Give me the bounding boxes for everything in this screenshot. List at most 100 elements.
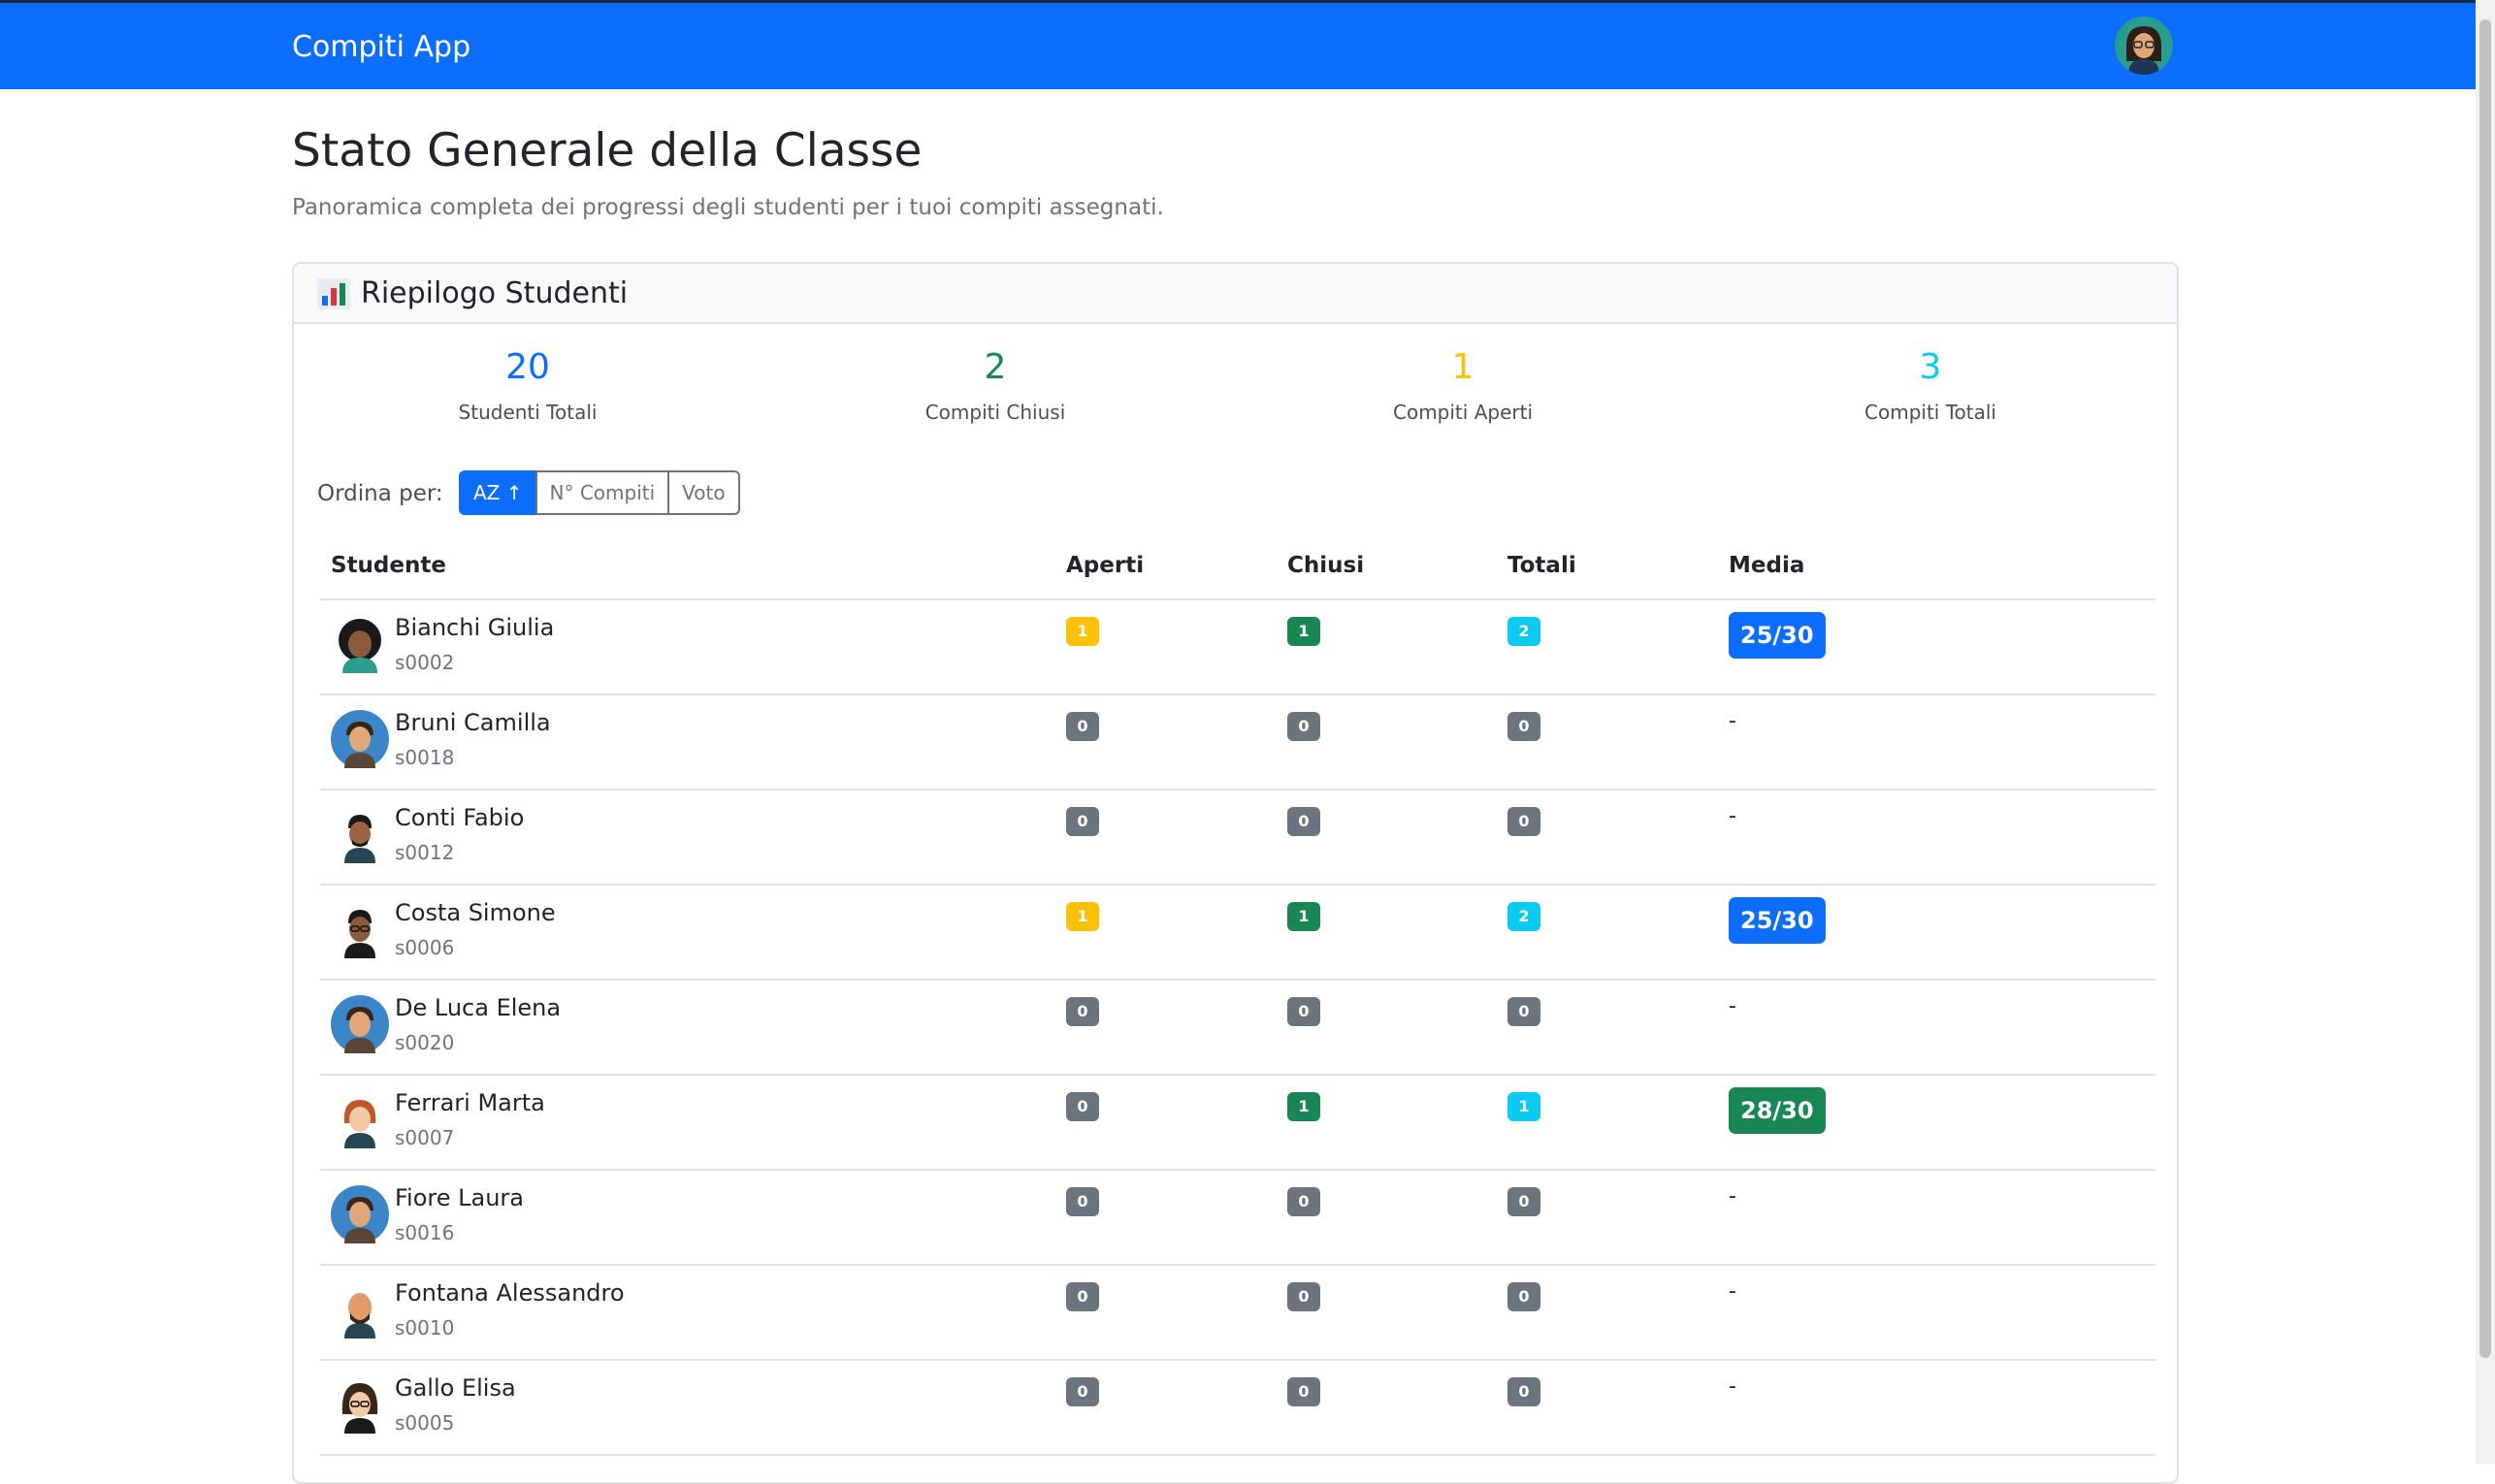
scrollbar-thumb[interactable] <box>2479 19 2491 1358</box>
total-count-badge: 0 <box>1507 1377 1540 1406</box>
table-row[interactable]: Bruni Camilla s0018 0 0 0 - <box>320 695 2155 790</box>
stat-label: Studenti Totali <box>458 401 598 424</box>
average-empty: - <box>1729 1374 1736 1399</box>
student-avatar-icon <box>331 1280 389 1339</box>
closed-count-badge: 1 <box>1287 902 1320 931</box>
table-row[interactable]: Fontana Alessandro s0010 0 0 0 - <box>320 1266 2155 1361</box>
average-empty: - <box>1729 804 1736 828</box>
students-table: Studente Aperti Chiusi Totali Media Bian… <box>320 540 2155 1456</box>
stat-value: 3 <box>1919 347 1942 387</box>
student-avatar-icon <box>331 900 389 958</box>
sort-button-group: AZ ↑ N° Compiti Voto <box>459 470 740 515</box>
table-row[interactable]: Fiore Laura s0016 0 0 0 - <box>320 1171 2155 1266</box>
stat-total-assignments: 3 Compiti Totali <box>1697 341 2164 427</box>
closed-count-badge: 0 <box>1287 997 1320 1026</box>
students-summary-card: Riepilogo Studenti 20 Studenti Totali 2 … <box>292 262 2179 1484</box>
stat-value: 2 <box>984 347 1007 387</box>
student-name: Fiore Laura <box>395 1184 525 1211</box>
table-header: Studente Aperti Chiusi Totali Media <box>320 540 2155 600</box>
stat-closed-assignments: 2 Compiti Chiusi <box>761 341 1229 427</box>
user-avatar-icon[interactable] <box>2115 16 2173 75</box>
student-avatar-icon <box>331 1375 389 1434</box>
average-empty: - <box>1729 709 1736 733</box>
card-header: Riepilogo Studenti <box>294 264 2177 324</box>
student-code: s0005 <box>395 1411 455 1435</box>
student-code: s0018 <box>395 746 455 769</box>
closed-count-badge: 1 <box>1287 1092 1320 1121</box>
total-count-badge: 1 <box>1507 1092 1540 1121</box>
open-count-badge: 1 <box>1066 902 1099 931</box>
student-avatar-icon <box>331 615 389 673</box>
open-count-badge: 0 <box>1066 807 1099 836</box>
closed-count-badge: 0 <box>1287 1377 1320 1406</box>
closed-count-badge: 0 <box>1287 807 1320 836</box>
stat-label: Compiti Aperti <box>1393 401 1533 424</box>
stat-label: Compiti Chiusi <box>924 401 1066 424</box>
page-title: Stato Generale della Classe <box>292 124 923 177</box>
student-avatar-icon <box>331 1185 389 1243</box>
student-code: s0016 <box>395 1221 455 1244</box>
student-name: Bianchi Giulia <box>395 614 555 641</box>
table-row[interactable]: Gallo Elisa s0005 0 0 0 - <box>320 1361 2155 1456</box>
student-code: s0007 <box>395 1126 455 1149</box>
stat-value: 20 <box>505 347 550 387</box>
card-title: Riepilogo Studenti <box>361 276 629 310</box>
sort-count-button[interactable]: N° Compiti <box>535 470 670 515</box>
sort-grade-button[interactable]: Voto <box>667 470 740 515</box>
column-header-open: Aperti <box>1066 553 1145 578</box>
column-header-average: Media <box>1729 553 1805 578</box>
total-count-badge: 2 <box>1507 902 1540 931</box>
student-avatar-icon <box>331 995 389 1053</box>
closed-count-badge: 0 <box>1287 1187 1320 1216</box>
average-empty: - <box>1729 1279 1736 1304</box>
total-count-badge: 2 <box>1507 617 1540 646</box>
open-count-badge: 0 <box>1066 1092 1099 1121</box>
sort-label: Ordina per: <box>317 481 443 506</box>
student-avatar-icon <box>331 710 389 768</box>
total-count-badge: 0 <box>1507 997 1540 1026</box>
closed-count-badge: 0 <box>1287 712 1320 741</box>
closed-count-badge: 1 <box>1287 617 1320 646</box>
app-brand[interactable]: Compiti App <box>292 30 470 65</box>
stat-label: Compiti Totali <box>1864 401 1996 424</box>
student-code: s0012 <box>395 841 455 864</box>
column-header-student: Studente <box>331 553 446 578</box>
student-avatar-icon <box>331 805 389 863</box>
table-row[interactable]: De Luca Elena s0020 0 0 0 - <box>320 981 2155 1076</box>
open-count-badge: 0 <box>1066 712 1099 741</box>
open-count-badge: 0 <box>1066 997 1099 1026</box>
page-scrollbar[interactable] <box>2476 0 2495 1464</box>
student-name: Gallo Elisa <box>395 1374 516 1402</box>
student-name: Fontana Alessandro <box>395 1279 625 1307</box>
average-grade-badge: 28/30 <box>1729 1087 1826 1134</box>
student-name: Bruni Camilla <box>395 709 551 736</box>
column-header-closed: Chiusi <box>1287 553 1365 578</box>
table-row[interactable]: Bianchi Giulia s0002 1 1 2 25/30 <box>320 600 2155 695</box>
table-row[interactable]: Ferrari Marta s0007 0 1 1 28/30 <box>320 1076 2155 1171</box>
student-name: Conti Fabio <box>395 804 525 831</box>
open-count-badge: 0 <box>1066 1282 1099 1311</box>
stat-total-students: 20 Studenti Totali <box>294 341 761 427</box>
table-row[interactable]: Costa Simone s0006 1 1 2 25/30 <box>320 886 2155 981</box>
average-grade-badge: 25/30 <box>1729 612 1826 659</box>
total-count-badge: 0 <box>1507 1187 1540 1216</box>
total-count-badge: 0 <box>1507 1282 1540 1311</box>
student-code: s0002 <box>395 651 455 674</box>
total-count-badge: 0 <box>1507 807 1540 836</box>
bar-chart-icon <box>317 278 350 309</box>
table-row[interactable]: Conti Fabio s0012 0 0 0 - <box>320 790 2155 886</box>
open-count-badge: 1 <box>1066 617 1099 646</box>
sort-az-button[interactable]: AZ ↑ <box>459 470 537 515</box>
open-count-badge: 0 <box>1066 1377 1099 1406</box>
open-count-badge: 0 <box>1066 1187 1099 1216</box>
stat-open-assignments: 1 Compiti Aperti <box>1229 341 1697 427</box>
student-name: De Luca Elena <box>395 994 562 1021</box>
column-header-total: Totali <box>1507 553 1576 578</box>
student-code: s0020 <box>395 1031 455 1054</box>
student-avatar-icon <box>331 1090 389 1148</box>
average-empty: - <box>1729 1184 1736 1209</box>
closed-count-badge: 0 <box>1287 1282 1320 1311</box>
student-name: Costa Simone <box>395 899 556 926</box>
total-count-badge: 0 <box>1507 712 1540 741</box>
top-navbar: Compiti App <box>0 0 2476 89</box>
